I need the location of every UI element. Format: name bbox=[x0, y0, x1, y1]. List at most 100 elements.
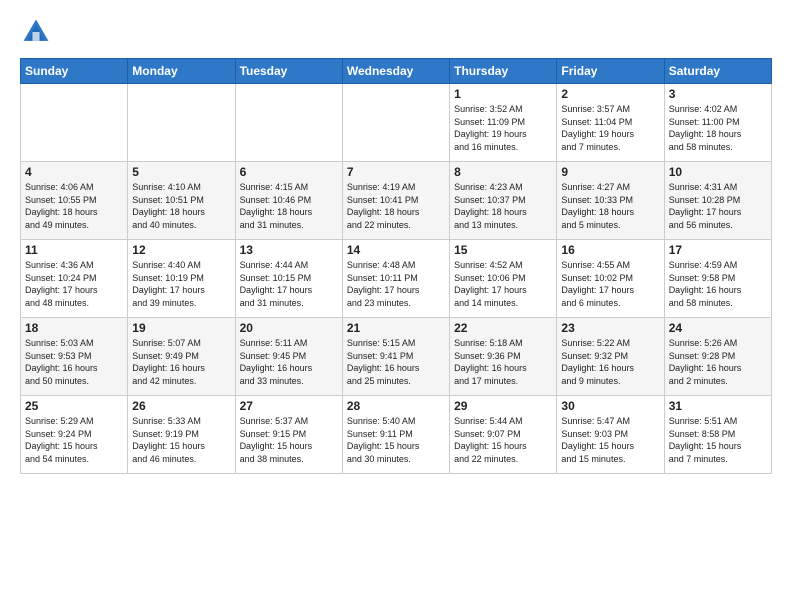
calendar-week-row: 18 Sunrise: 5:03 AM Sunset: 9:53 PM Dayli… bbox=[21, 318, 772, 396]
day-info: Sunrise: 5:29 AM Sunset: 9:24 PM Dayligh… bbox=[25, 415, 123, 465]
calendar-cell: 4Sunrise: 4:06 AM Sunset: 10:55 PM Dayli… bbox=[21, 162, 128, 240]
day-number: 5 bbox=[132, 165, 230, 179]
weekday-header-saturday: Saturday bbox=[664, 59, 771, 84]
calendar-cell: 29Sunrise: 5:44 AM Sunset: 9:07 PM Dayli… bbox=[450, 396, 557, 474]
calendar-cell: 3Sunrise: 4:02 AM Sunset: 11:00 PM Dayli… bbox=[664, 84, 771, 162]
calendar-cell: 16Sunrise: 4:55 AM Sunset: 10:02 PM Dayl… bbox=[557, 240, 664, 318]
day-info: Sunrise: 4:59 AM Sunset: 9:58 PM Dayligh… bbox=[669, 259, 767, 309]
day-number: 7 bbox=[347, 165, 445, 179]
calendar-week-row: 25 Sunrise: 5:29 AM Sunset: 9:24 PM Dayli… bbox=[21, 396, 772, 474]
calendar-cell: 31Sunrise: 5:51 AM Sunset: 8:58 PM Dayli… bbox=[664, 396, 771, 474]
day-number: 10 bbox=[669, 165, 767, 179]
calendar-cell: 30 Sunrise: 5:47 AM Sunset: 9:03 PM Dayli… bbox=[557, 396, 664, 474]
calendar-table: SundayMondayTuesdayWednesdayThursdayFrid… bbox=[20, 58, 772, 474]
day-info: Sunrise: 5:40 AM Sunset: 9:11 PM Dayligh… bbox=[347, 415, 445, 465]
calendar-cell: 11 Sunrise: 4:36 AM Sunset: 10:24 PM Dayl… bbox=[21, 240, 128, 318]
day-number: 8 bbox=[454, 165, 552, 179]
day-number: 4 bbox=[25, 165, 123, 179]
day-number: 25 bbox=[25, 399, 123, 413]
calendar-cell bbox=[342, 84, 449, 162]
day-info: Sunrise: 4:27 AM Sunset: 10:33 PM Daylig… bbox=[561, 181, 659, 231]
day-info: Sunrise: 3:57 AM Sunset: 11:04 PM Daylig… bbox=[561, 103, 659, 153]
day-number: 19 bbox=[132, 321, 230, 335]
calendar-cell: 18 Sunrise: 5:03 AM Sunset: 9:53 PM Dayli… bbox=[21, 318, 128, 396]
day-info: Sunrise: 4:36 AM Sunset: 10:24 PM Daylig… bbox=[25, 259, 123, 309]
page: SundayMondayTuesdayWednesdayThursdayFrid… bbox=[0, 0, 792, 612]
calendar-week-row: 1 Sunrise: 3:52 AM Sunset: 11:09 PM Dayli… bbox=[21, 84, 772, 162]
weekday-header-sunday: Sunday bbox=[21, 59, 128, 84]
calendar-cell bbox=[235, 84, 342, 162]
logo-icon bbox=[20, 16, 52, 48]
day-number: 16 bbox=[561, 243, 659, 257]
day-number: 15 bbox=[454, 243, 552, 257]
weekday-header-thursday: Thursday bbox=[450, 59, 557, 84]
day-number: 30 bbox=[561, 399, 659, 413]
logo bbox=[20, 16, 56, 48]
day-info: Sunrise: 5:07 AM Sunset: 9:49 PM Dayligh… bbox=[132, 337, 230, 387]
calendar-cell: 13 Sunrise: 4:44 AM Sunset: 10:15 PM Dayl… bbox=[235, 240, 342, 318]
day-info: Sunrise: 5:51 AM Sunset: 8:58 PM Dayligh… bbox=[669, 415, 767, 465]
calendar-cell: 22 Sunrise: 5:18 AM Sunset: 9:36 PM Dayli… bbox=[450, 318, 557, 396]
calendar-cell: 17 Sunrise: 4:59 AM Sunset: 9:58 PM Dayli… bbox=[664, 240, 771, 318]
calendar-cell bbox=[128, 84, 235, 162]
day-number: 28 bbox=[347, 399, 445, 413]
calendar-cell: 27 Sunrise: 5:37 AM Sunset: 9:15 PM Dayli… bbox=[235, 396, 342, 474]
day-number: 3 bbox=[669, 87, 767, 101]
day-info: Sunrise: 5:37 AM Sunset: 9:15 PM Dayligh… bbox=[240, 415, 338, 465]
day-number: 13 bbox=[240, 243, 338, 257]
calendar-cell bbox=[21, 84, 128, 162]
calendar-cell: 23 Sunrise: 5:22 AM Sunset: 9:32 PM Dayli… bbox=[557, 318, 664, 396]
weekday-header-tuesday: Tuesday bbox=[235, 59, 342, 84]
calendar-cell: 21Sunrise: 5:15 AM Sunset: 9:41 PM Dayli… bbox=[342, 318, 449, 396]
day-number: 18 bbox=[25, 321, 123, 335]
weekday-header-wednesday: Wednesday bbox=[342, 59, 449, 84]
day-info: Sunrise: 5:26 AM Sunset: 9:28 PM Dayligh… bbox=[669, 337, 767, 387]
calendar-cell: 14Sunrise: 4:48 AM Sunset: 10:11 PM Dayl… bbox=[342, 240, 449, 318]
day-info: Sunrise: 5:22 AM Sunset: 9:32 PM Dayligh… bbox=[561, 337, 659, 387]
calendar-cell: 5Sunrise: 4:10 AM Sunset: 10:51 PM Dayli… bbox=[128, 162, 235, 240]
calendar-cell: 12 Sunrise: 4:40 AM Sunset: 10:19 PM Dayl… bbox=[128, 240, 235, 318]
calendar-cell: 19 Sunrise: 5:07 AM Sunset: 9:49 PM Dayli… bbox=[128, 318, 235, 396]
day-info: Sunrise: 4:40 AM Sunset: 10:19 PM Daylig… bbox=[132, 259, 230, 309]
calendar-cell: 8 Sunrise: 4:23 AM Sunset: 10:37 PM Dayli… bbox=[450, 162, 557, 240]
weekday-header-monday: Monday bbox=[128, 59, 235, 84]
calendar-cell: 24Sunrise: 5:26 AM Sunset: 9:28 PM Dayli… bbox=[664, 318, 771, 396]
day-info: Sunrise: 5:18 AM Sunset: 9:36 PM Dayligh… bbox=[454, 337, 552, 387]
day-number: 26 bbox=[132, 399, 230, 413]
calendar-cell: 2 Sunrise: 3:57 AM Sunset: 11:04 PM Dayli… bbox=[557, 84, 664, 162]
day-info: Sunrise: 5:47 AM Sunset: 9:03 PM Dayligh… bbox=[561, 415, 659, 465]
day-number: 27 bbox=[240, 399, 338, 413]
day-number: 9 bbox=[561, 165, 659, 179]
day-number: 14 bbox=[347, 243, 445, 257]
day-info: Sunrise: 5:44 AM Sunset: 9:07 PM Dayligh… bbox=[454, 415, 552, 465]
day-number: 21 bbox=[347, 321, 445, 335]
day-number: 20 bbox=[240, 321, 338, 335]
calendar-cell: 10 Sunrise: 4:31 AM Sunset: 10:28 PM Dayl… bbox=[664, 162, 771, 240]
calendar-week-row: 11 Sunrise: 4:36 AM Sunset: 10:24 PM Dayl… bbox=[21, 240, 772, 318]
day-info: Sunrise: 5:11 AM Sunset: 9:45 PM Dayligh… bbox=[240, 337, 338, 387]
weekday-header-friday: Friday bbox=[557, 59, 664, 84]
calendar-cell: 25 Sunrise: 5:29 AM Sunset: 9:24 PM Dayli… bbox=[21, 396, 128, 474]
calendar-cell: 15Sunrise: 4:52 AM Sunset: 10:06 PM Dayl… bbox=[450, 240, 557, 318]
day-info: Sunrise: 3:52 AM Sunset: 11:09 PM Daylig… bbox=[454, 103, 552, 153]
calendar-cell: 6Sunrise: 4:15 AM Sunset: 10:46 PM Dayli… bbox=[235, 162, 342, 240]
day-info: Sunrise: 5:03 AM Sunset: 9:53 PM Dayligh… bbox=[25, 337, 123, 387]
day-number: 1 bbox=[454, 87, 552, 101]
calendar-week-row: 4Sunrise: 4:06 AM Sunset: 10:55 PM Dayli… bbox=[21, 162, 772, 240]
day-number: 22 bbox=[454, 321, 552, 335]
day-info: Sunrise: 4:19 AM Sunset: 10:41 PM Daylig… bbox=[347, 181, 445, 231]
calendar-cell: 7 Sunrise: 4:19 AM Sunset: 10:41 PM Dayli… bbox=[342, 162, 449, 240]
day-info: Sunrise: 4:23 AM Sunset: 10:37 PM Daylig… bbox=[454, 181, 552, 231]
day-number: 23 bbox=[561, 321, 659, 335]
day-number: 17 bbox=[669, 243, 767, 257]
day-info: Sunrise: 4:31 AM Sunset: 10:28 PM Daylig… bbox=[669, 181, 767, 231]
calendar-cell: 28 Sunrise: 5:40 AM Sunset: 9:11 PM Dayli… bbox=[342, 396, 449, 474]
weekday-header-row: SundayMondayTuesdayWednesdayThursdayFrid… bbox=[21, 59, 772, 84]
calendar-cell: 9 Sunrise: 4:27 AM Sunset: 10:33 PM Dayli… bbox=[557, 162, 664, 240]
day-number: 12 bbox=[132, 243, 230, 257]
day-number: 2 bbox=[561, 87, 659, 101]
day-info: Sunrise: 4:44 AM Sunset: 10:15 PM Daylig… bbox=[240, 259, 338, 309]
day-number: 11 bbox=[25, 243, 123, 257]
day-info: Sunrise: 4:15 AM Sunset: 10:46 PM Daylig… bbox=[240, 181, 338, 231]
day-info: Sunrise: 5:33 AM Sunset: 9:19 PM Dayligh… bbox=[132, 415, 230, 465]
